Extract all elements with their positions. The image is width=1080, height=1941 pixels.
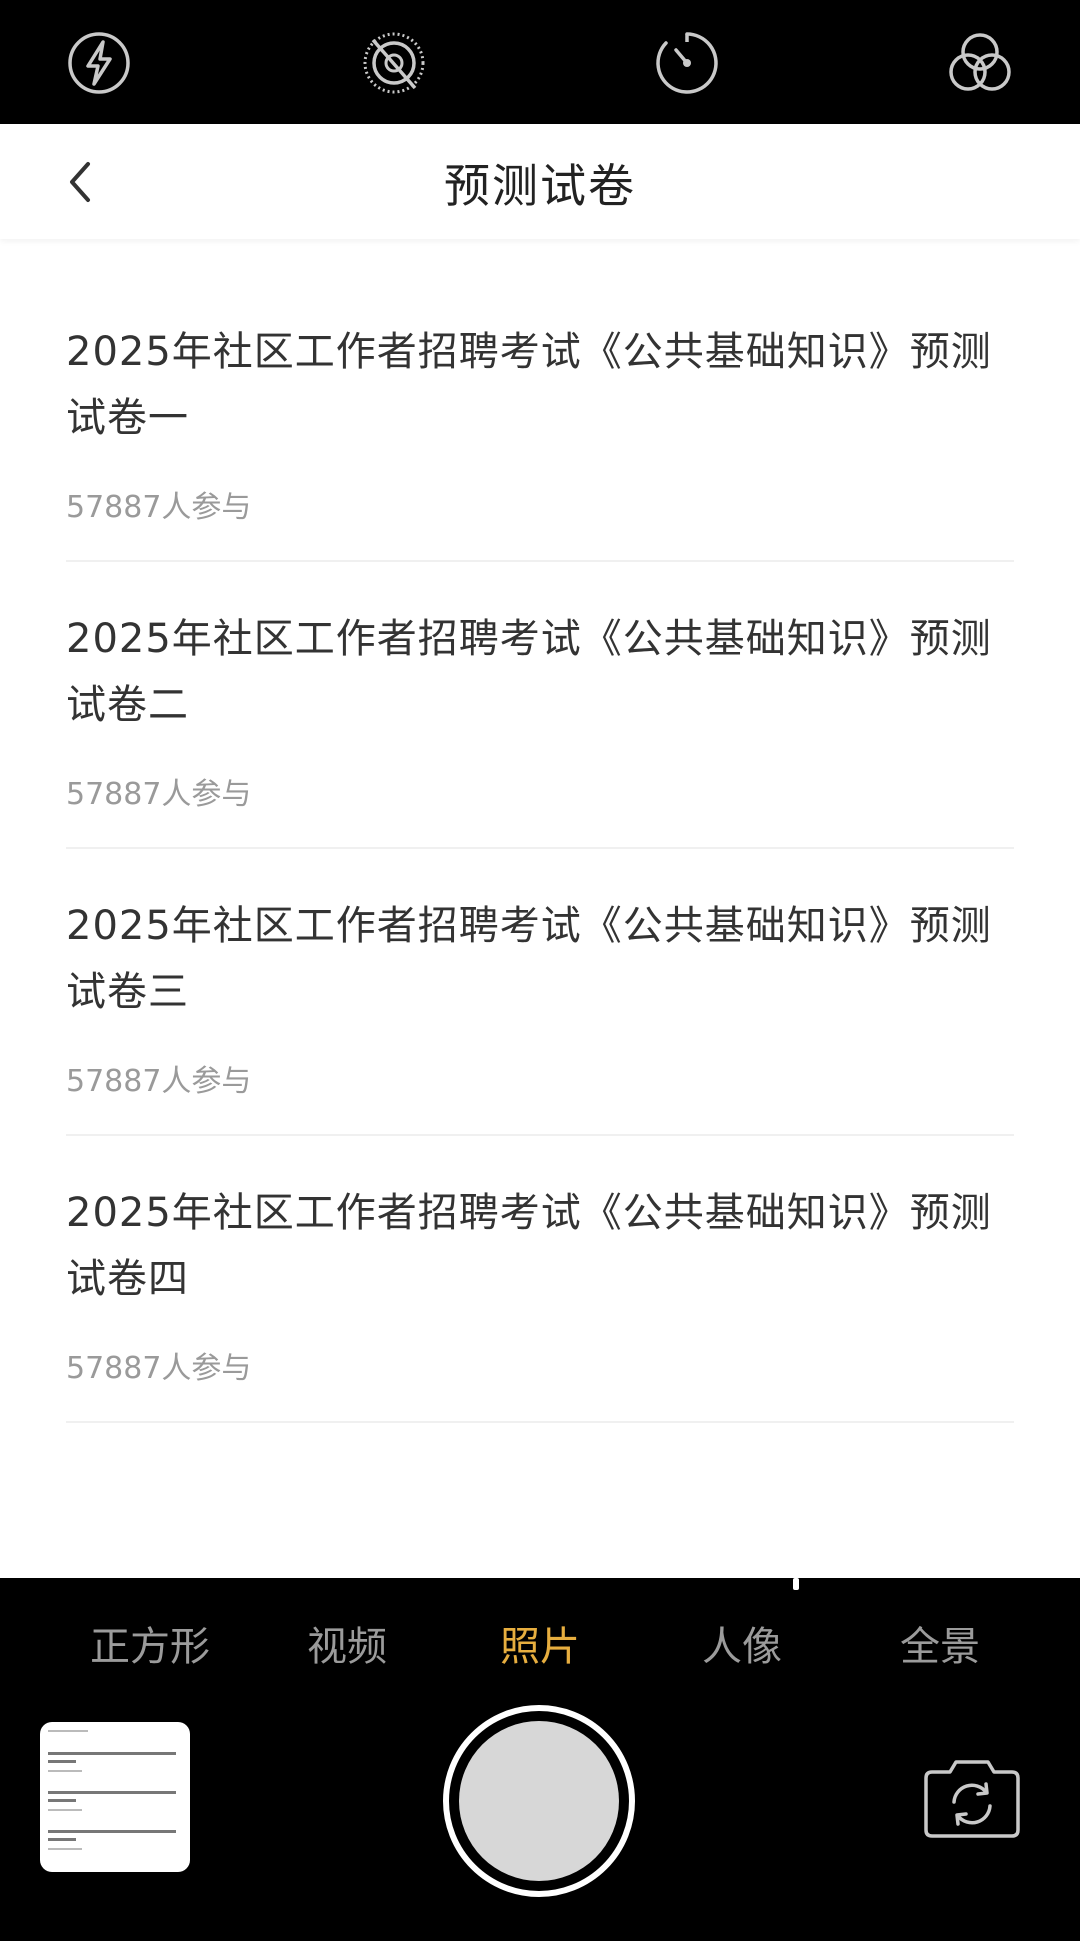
list-item[interactable]: 2025年社区工作者招聘考试《公共基础知识》预测试卷二 57887人参与: [66, 562, 1014, 849]
exam-title: 2025年社区工作者招聘考试《公共基础知识》预测试卷一: [66, 329, 992, 441]
participant-count: 57887人参与: [66, 777, 252, 812]
list-item[interactable]: 2025年社区工作者招聘考试《公共基础知识》预测试卷三 57887人参与: [66, 849, 1014, 1136]
exam-title: 2025年社区工作者招聘考试《公共基础知识》预测试卷三: [66, 903, 992, 1015]
mode-portrait[interactable]: 人像: [702, 1614, 782, 1672]
mode-indicator: [793, 1578, 799, 1590]
page-title: 预测试卷: [444, 159, 636, 213]
camera-controls: 正方形 视频 照片 人像 全景: [0, 1578, 1080, 1941]
thumb-line: [48, 1848, 82, 1850]
list-item[interactable]: 2025年社区工作者招聘考试《公共基础知识》预测试卷一 57887人参与: [66, 275, 1014, 562]
last-photo-thumbnail[interactable]: [40, 1722, 190, 1872]
participant-count: 57887人参与: [66, 1351, 252, 1386]
thumb-line: [48, 1730, 88, 1732]
participant-count: 57887人参与: [66, 1064, 252, 1099]
mode-video[interactable]: 视频: [307, 1614, 387, 1672]
thumb-line: [48, 1760, 76, 1763]
live-photo-off-icon[interactable]: [359, 28, 429, 98]
timer-icon[interactable]: [652, 28, 722, 98]
app-header: 预测试卷: [0, 124, 1080, 239]
camera-flip-icon: [924, 1760, 1020, 1838]
shutter-inner: [459, 1721, 619, 1881]
thumb-line: [48, 1838, 76, 1841]
camera-viewfinder: 预测试卷 2025年社区工作者招聘考试《公共基础知识》预测试卷一 57887人参…: [0, 124, 1080, 1578]
filters-icon[interactable]: [945, 28, 1015, 98]
exam-title: 2025年社区工作者招聘考试《公共基础知识》预测试卷二: [66, 616, 992, 728]
mode-square[interactable]: 正方形: [90, 1614, 210, 1672]
exam-title: 2025年社区工作者招聘考试《公共基础知识》预测试卷四: [66, 1190, 992, 1302]
thumb-line: [48, 1830, 176, 1833]
list-item[interactable]: 2025年社区工作者招聘考试《公共基础知识》预测试卷四 57887人参与: [66, 1136, 1014, 1423]
mode-panorama[interactable]: 全景: [900, 1614, 980, 1672]
thumb-line: [48, 1791, 176, 1794]
camera-top-bar: [0, 0, 1080, 124]
exam-list: 2025年社区工作者招聘考试《公共基础知识》预测试卷一 57887人参与 202…: [0, 275, 1080, 1423]
thumb-line: [48, 1770, 82, 1772]
shutter-button[interactable]: [443, 1705, 635, 1897]
camera-mode-selector: 正方形 视频 照片 人像 全景: [0, 1614, 1080, 1674]
participant-count: 57887人参与: [66, 490, 252, 525]
flash-icon[interactable]: [64, 28, 134, 98]
switch-camera-button[interactable]: [920, 1756, 1024, 1842]
thumb-line: [48, 1809, 82, 1811]
thumb-line: [48, 1752, 176, 1755]
thumb-line: [48, 1799, 76, 1802]
mode-photo[interactable]: 照片: [500, 1614, 580, 1672]
